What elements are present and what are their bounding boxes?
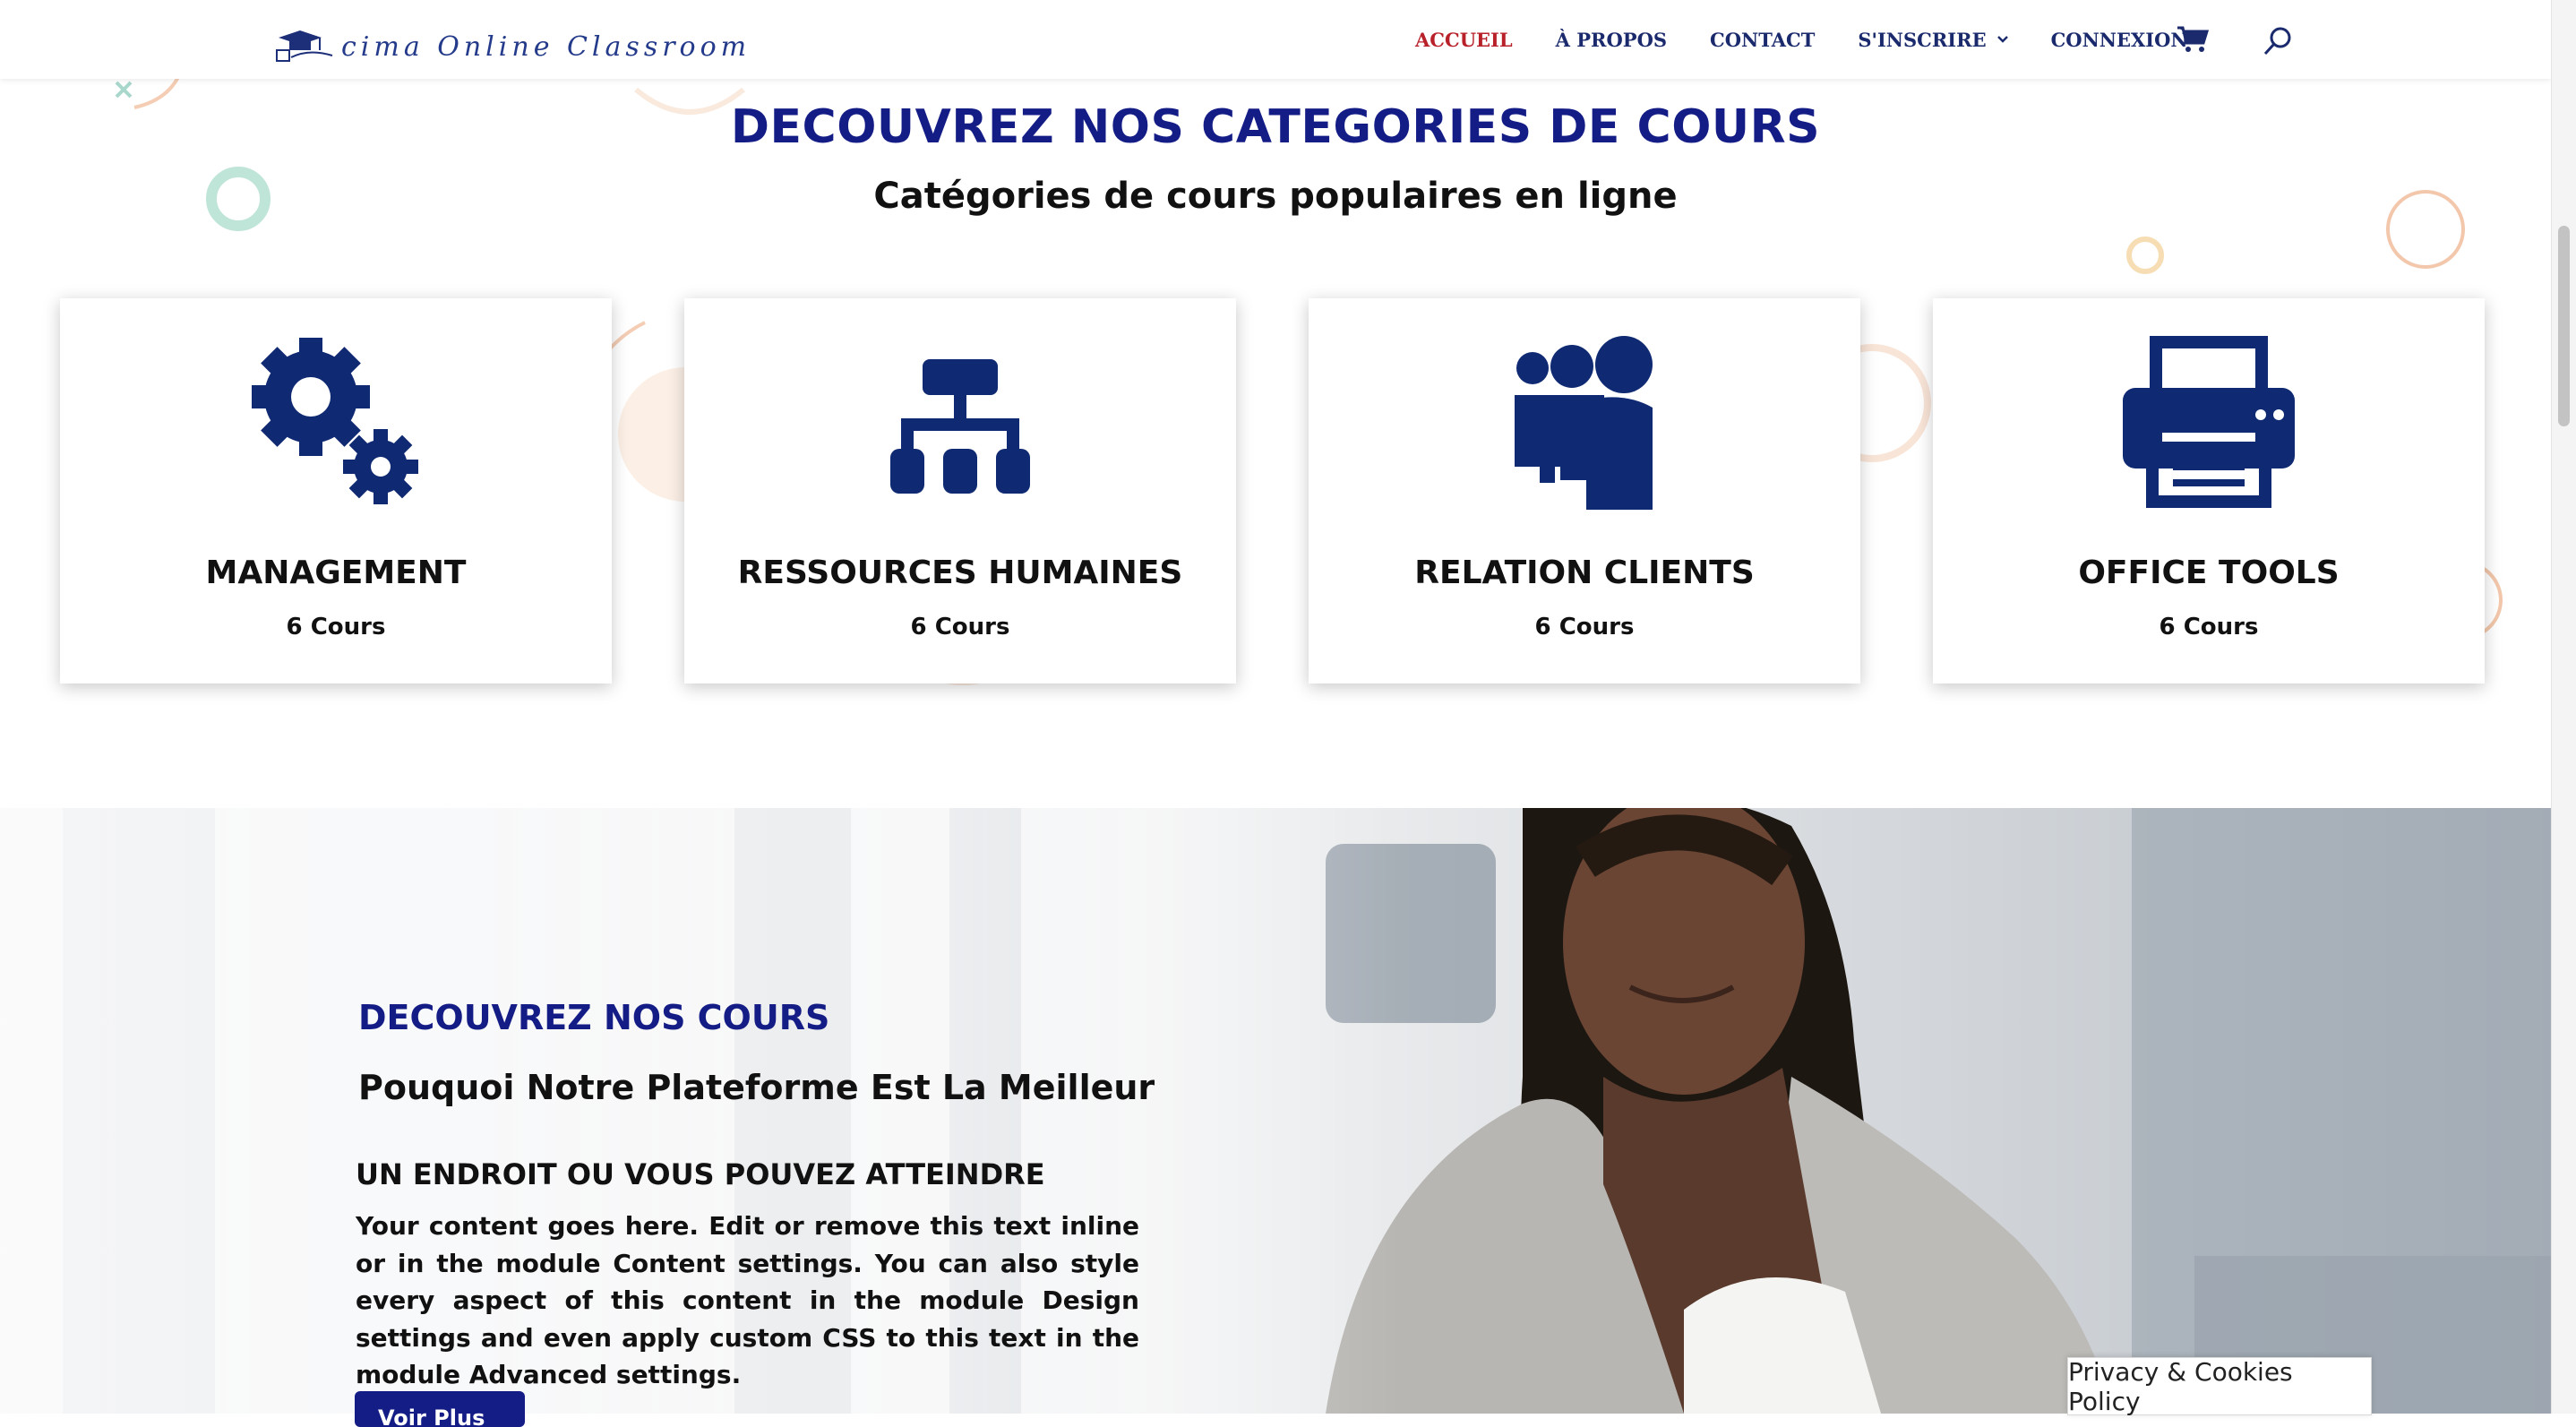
shopping-cart-icon[interactable] [2177,25,2209,54]
course-count: 6 Cours [1534,614,1635,640]
hero-subheading: UN ENDROIT OU VOUS POUVEZ ATTEINDRE [356,1157,1045,1191]
nav-label: ACCUEIL [1415,28,1513,51]
site-header: cima Online Classroom ACCUEIL À PROPOS C… [0,0,2551,79]
hero-kicker: DECOUVREZ NOS COURS [358,998,830,1037]
graduation-cap-icon [276,30,333,62]
hero-title: Pouquoi Notre Plateforme Est La Meilleur [358,1068,1155,1107]
nav-item-accueil[interactable]: ACCUEIL [1415,29,1513,51]
nav-label: À PROPOS [1555,28,1668,51]
main-nav: ACCUEIL À PROPOS CONTACT S'INSCRIRE CONN… [1415,0,2231,79]
hero-body-text: Your content goes here. Edit or remove t… [356,1211,1139,1389]
category-title: RELATION CLIENTS [1414,554,1755,591]
nav-item-sinscrire[interactable]: S'INSCRIRE [1858,28,2008,51]
nav-item-contact[interactable]: CONTACT [1710,29,1815,51]
nav-label: CONTACT [1710,28,1816,51]
course-count: 6 Cours [286,614,386,640]
course-count: 6 Cours [910,614,1010,640]
category-title: MANAGEMENT [205,554,467,591]
category-card-relation-clients[interactable]: RELATION CLIENTS 6 Cours [1309,298,1860,683]
privacy-cookies-policy-button[interactable]: Privacy & Cookies Policy [2067,1357,2372,1416]
site-logo[interactable]: cima Online Classroom [273,23,751,70]
nav-item-a-propos[interactable]: À PROPOS [1556,29,1667,51]
users-icon [1515,336,1653,510]
voir-plus-button[interactable]: Voir Plus [355,1391,525,1427]
printer-icon [2123,336,2295,508]
nav-label: S'INSCRIRE [1858,28,1987,51]
nav-item-connexion[interactable]: CONNEXION [2051,29,2188,51]
nav-label: CONNEXION [2050,28,2188,51]
logo-text: cima Online Classroom [341,30,751,63]
chevron-down-icon [1996,36,2008,43]
category-card-ressources-humaines[interactable]: RESSOURCES HUMAINES 6 Cours [684,298,1236,683]
search-icon[interactable] [2262,25,2294,57]
page-scrollbar[interactable] [2551,0,2576,1414]
section-subtitle: Catégories de cours populaires en ligne [873,176,1678,217]
category-title: RESSOURCES HUMAINES [737,554,1183,591]
section-title: DECOUVREZ NOS CATEGORIES DE COURS [730,100,1821,154]
category-card-management[interactable]: MANAGEMENT 6 Cours [60,298,612,683]
scrollbar-thumb[interactable] [2558,226,2570,426]
category-title: OFFICE TOOLS [2078,554,2340,591]
org-chart-icon [890,359,1030,494]
category-card-office-tools[interactable]: OFFICE TOOLS 6 Cours [1933,298,2485,683]
course-count: 6 Cours [2159,614,2259,640]
gears-icon [252,338,418,504]
